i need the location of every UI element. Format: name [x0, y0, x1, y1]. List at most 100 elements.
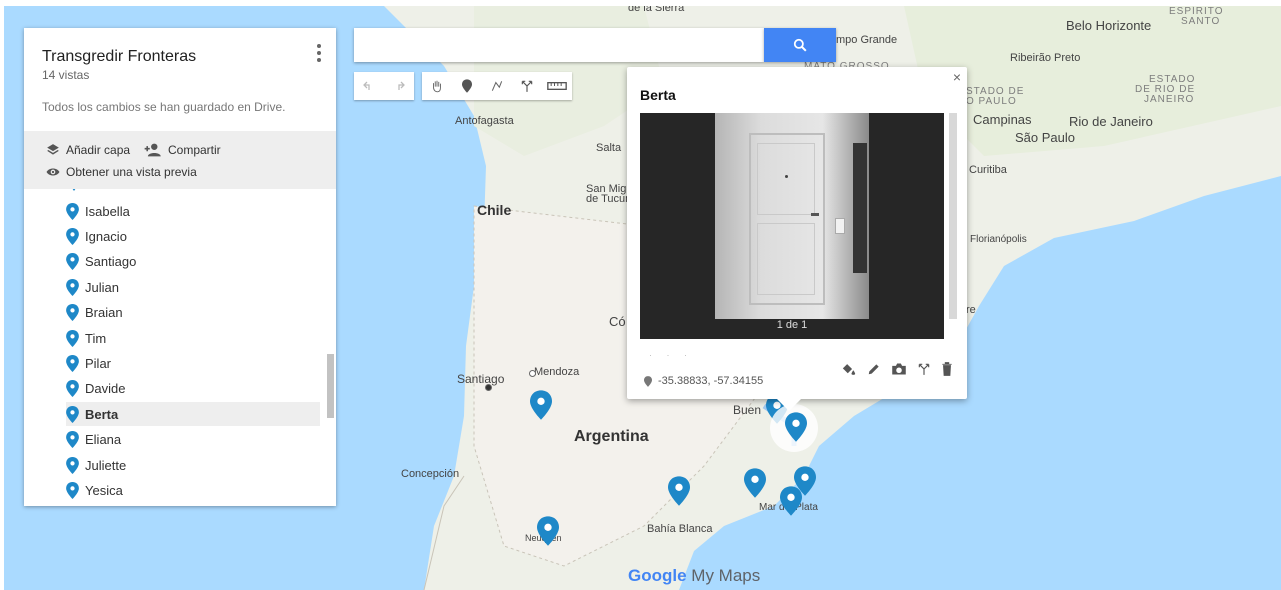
close-icon[interactable]: ×: [953, 69, 961, 85]
pin-icon: [66, 481, 79, 499]
map-label: Rio de Janeiro: [1069, 114, 1153, 129]
map-pin-icon[interactable]: [530, 390, 552, 420]
map-title[interactable]: Transgredir Fronteras: [42, 48, 196, 66]
place-list-item[interactable]: Juliette: [66, 453, 320, 477]
map-pin-icon[interactable]: [537, 516, 559, 546]
share-label: Compartir: [168, 143, 221, 157]
undo-button[interactable]: [354, 72, 384, 100]
map-label: SANTO: [1181, 16, 1221, 27]
search-button[interactable]: [764, 28, 836, 62]
place-info-window: × Berta 1 de 1 · · · -35.38833, -57.3415…: [627, 67, 967, 411]
place-name: Yesica: [85, 482, 123, 498]
place-name: Santiago: [85, 254, 137, 270]
map-label: Curitiba: [969, 164, 1007, 176]
add-layer-button[interactable]: Añadir capa: [46, 143, 130, 157]
map-label: Buen: [733, 403, 762, 417]
door-photo: [715, 113, 869, 319]
add-layer-label: Añadir capa: [66, 143, 131, 157]
place-list-item[interactable]: Braian: [66, 301, 320, 325]
save-status: Todos los cambios se han guardado en Dri…: [42, 100, 286, 114]
place-name: Tim: [85, 330, 107, 346]
measure-button[interactable]: [542, 72, 572, 100]
add-person-icon: [144, 143, 161, 157]
map-label: Salta: [596, 142, 622, 154]
map-label: Chile: [477, 202, 512, 218]
map-label: de la Sierra: [628, 6, 685, 14]
info-scrollbar[interactable]: [949, 113, 957, 319]
ruler-icon: [547, 82, 567, 90]
map-pin-icon[interactable]: [744, 468, 766, 498]
paint-bucket-icon: [842, 364, 856, 375]
location-icon: [644, 375, 652, 387]
place-name: Davide: [85, 381, 126, 397]
panel-scrollbar[interactable]: [327, 354, 334, 418]
search-input[interactable]: [354, 28, 764, 62]
pin-icon: [66, 278, 79, 296]
search-icon: [793, 38, 807, 52]
google-wordmark: Google: [628, 566, 687, 585]
style-button[interactable]: [841, 362, 857, 376]
history-group: [354, 72, 414, 100]
place-name: Eliana: [85, 432, 122, 448]
photo-counter: 1 de 1: [776, 319, 808, 331]
undo-icon: [363, 81, 370, 90]
add-marker-button[interactable]: [452, 72, 482, 100]
coordinates-text: -35.38833, -57.34155: [658, 375, 764, 387]
eye-icon: [46, 168, 60, 176]
edit-button[interactable]: [867, 362, 881, 376]
place-list-item[interactable]: Eliana: [66, 428, 320, 452]
map-label: re: [966, 304, 976, 316]
place-list-item[interactable]: Santiago: [66, 250, 320, 274]
map-label: Có: [609, 314, 626, 329]
preview-button[interactable]: Obtener una vista previa: [46, 165, 197, 179]
place-list-item[interactable]: Pilar: [66, 351, 320, 375]
place-photo[interactable]: 1 de 1: [640, 113, 944, 339]
draw-line-button[interactable]: [482, 72, 512, 100]
pin-icon: [66, 202, 79, 220]
trash-icon: [942, 362, 952, 376]
place-name: Isabella: [85, 203, 130, 219]
pin-icon: [66, 329, 79, 347]
place-list-item[interactable]: Ignacio: [66, 224, 320, 248]
directions-button[interactable]: [512, 72, 542, 100]
preview-label: Obtener una vista previa: [66, 165, 197, 179]
place-list-item[interactable]: Isabella: [66, 199, 320, 223]
place-list: Isabella Ignacio Santiago Julian Braian Tim Pi…: [24, 189, 336, 506]
place-list-item[interactable]: Tim: [66, 326, 320, 350]
share-button[interactable]: Compartir: [144, 143, 221, 157]
pin-icon: [66, 304, 79, 322]
map-label: Campinas: [973, 112, 1032, 127]
google-my-maps-logo: Google My Maps: [628, 566, 760, 586]
place-list-item[interactable]: Davide: [66, 377, 320, 401]
pin-icon: [66, 354, 79, 372]
pin-icon: [66, 253, 79, 271]
my-maps-wordmark: My Maps: [686, 566, 761, 585]
kebab-menu-icon[interactable]: [316, 44, 322, 64]
place-list-item[interactable]: Julian: [66, 275, 320, 299]
directions-icon: [918, 363, 930, 375]
view-count: 14 vistas: [42, 68, 90, 82]
hand-icon: [433, 80, 441, 93]
map-label: Ribeirão Preto: [1010, 52, 1081, 64]
delete-button[interactable]: [941, 362, 953, 376]
pin-icon: [66, 227, 79, 245]
map-label: Antofagasta: [455, 115, 514, 127]
place-name: Pilar: [85, 355, 112, 371]
redo-button[interactable]: [384, 72, 414, 100]
map-pin-icon[interactable]: [780, 486, 802, 516]
add-photo-button[interactable]: [891, 362, 907, 376]
pan-tool-button[interactable]: [422, 72, 452, 100]
directions-to-button[interactable]: [917, 362, 931, 376]
map-label: JANEIRO: [1144, 94, 1195, 105]
redo-icon: [398, 81, 405, 90]
place-list-item[interactable]: Berta: [66, 402, 320, 427]
map-label: Concepción: [401, 468, 460, 480]
map-pin-icon[interactable]: [668, 476, 690, 506]
map-label: Mendoza: [534, 366, 580, 378]
place-name: Julian: [85, 279, 119, 295]
map-label: Bahía Blanca: [647, 523, 713, 535]
map-label: São Paulo: [1015, 130, 1075, 145]
place-list-item[interactable]: Yesica: [66, 478, 320, 502]
panel-actions: Añadir capa Compartir Obtener una vista …: [24, 131, 336, 189]
selected-map-pin-icon[interactable]: [785, 412, 807, 442]
